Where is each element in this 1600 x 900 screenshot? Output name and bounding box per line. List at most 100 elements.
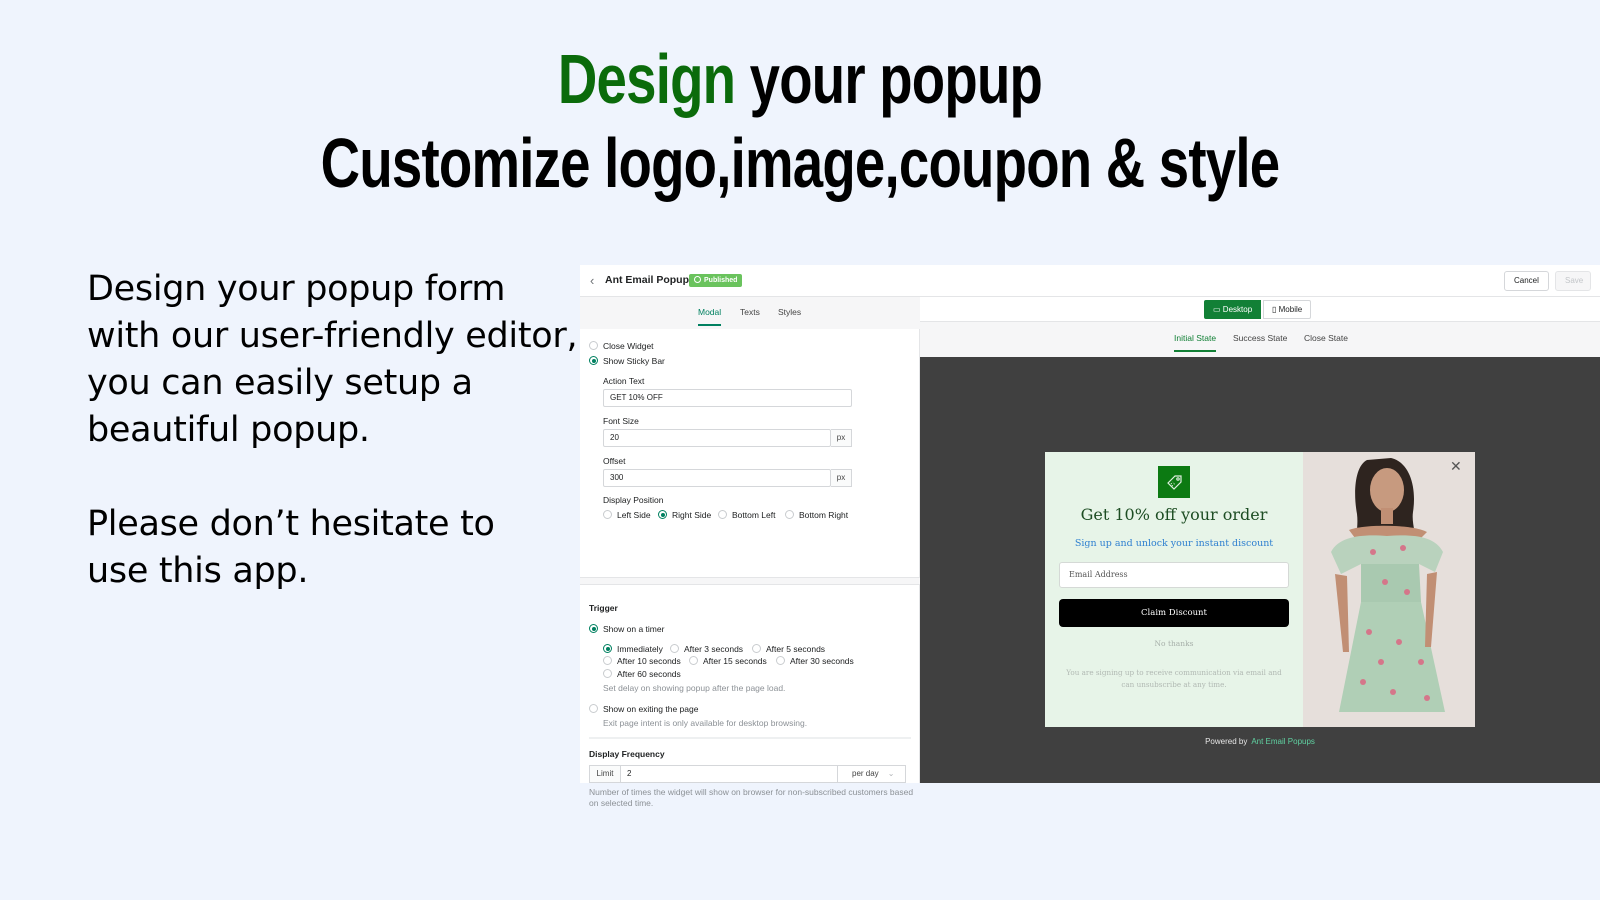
device-toggle-bar: ▭ Desktop ▯ Mobile [920, 297, 1600, 322]
state-tabs: Initial State Success State Close State [920, 322, 1600, 357]
cancel-button[interactable]: Cancel [1504, 271, 1549, 291]
option-label: After 30 seconds [790, 656, 854, 666]
hero-accent-word: Design [557, 40, 736, 118]
radio-button[interactable] [603, 656, 612, 665]
radio-button[interactable] [603, 669, 612, 678]
action-text-label: Action Text [603, 376, 645, 386]
status-badge: Published [689, 274, 743, 287]
tab-styles[interactable]: Styles [778, 307, 801, 317]
preview-canvas: Get 10% off your order Sign up and unloc… [920, 357, 1600, 783]
powered-by-link[interactable]: Ant Email Popups [1251, 737, 1315, 746]
tab-initial-state[interactable]: Initial State [1174, 333, 1217, 352]
no-thanks-link[interactable]: No thanks [1045, 639, 1303, 648]
editor-title: Ant Email Popup [605, 274, 689, 286]
tab-modal[interactable]: Modal [698, 307, 722, 326]
position-right-side[interactable]: Right Side [658, 510, 711, 520]
save-button[interactable]: Save [1555, 271, 1591, 291]
radio-button[interactable] [785, 510, 794, 519]
show-sticky-bar-option[interactable]: Show Sticky Bar [589, 356, 665, 366]
description-line: Design your popup form [87, 269, 506, 309]
divider [589, 737, 911, 739]
hero-heading: Design your popup Customize logo,image,c… [0, 38, 1600, 206]
radio-button[interactable] [658, 510, 667, 519]
description-line: use this app. [87, 551, 309, 591]
email-field[interactable]: Email Address [1059, 562, 1289, 588]
option-label: Close Widget [603, 341, 654, 351]
powered-by-label: Powered by [1205, 737, 1248, 746]
timer-after-60[interactable]: After 60 seconds [603, 669, 681, 679]
position-bottom-left[interactable]: Bottom Left [718, 510, 775, 520]
option-label: After 5 seconds [766, 644, 826, 654]
timer-after-30[interactable]: After 30 seconds [776, 656, 854, 666]
action-text-input[interactable]: GET 10% OFF [603, 389, 852, 407]
tab-success-state[interactable]: Success State [1233, 333, 1287, 343]
radio-button[interactable] [689, 656, 698, 665]
position-left-side[interactable]: Left Side [603, 510, 651, 520]
desktop-icon: ▭ [1213, 305, 1221, 314]
model-image [1303, 452, 1475, 727]
description-paragraph-2: Please don’t hesitate to use this app. [87, 501, 577, 595]
option-label: Right Side [672, 510, 712, 520]
section-divider [580, 577, 920, 585]
show-on-timer-option[interactable]: Show on a timer [589, 624, 664, 634]
trigger-title: Trigger [589, 603, 618, 613]
mobile-toggle[interactable]: ▯ Mobile [1263, 300, 1312, 319]
position-bottom-right[interactable]: Bottom Right [785, 510, 848, 520]
radio-button[interactable] [718, 510, 727, 519]
timer-after-3[interactable]: After 3 seconds [670, 644, 743, 654]
timer-after-5[interactable]: After 5 seconds [752, 644, 825, 654]
description-line: beautiful popup. [87, 410, 370, 450]
description: Design your popup form with our user-fri… [87, 266, 578, 642]
font-size-unit: px [831, 429, 852, 447]
exit-help-text: Exit page intent is only available for d… [603, 718, 808, 728]
radio-button[interactable] [589, 341, 598, 350]
settings-panel: Modal Texts Styles Close Widget Show Sti… [580, 297, 920, 808]
option-label: Immediately [617, 644, 663, 654]
option-label: Bottom Left [732, 510, 776, 520]
period-select[interactable]: per day ⌄ [838, 765, 906, 783]
radio-button[interactable] [670, 644, 679, 653]
hero-line-2: Customize logo,image,coupon & style [320, 124, 1280, 202]
radio-button[interactable] [776, 656, 785, 665]
desktop-toggle[interactable]: ▭ Desktop [1204, 300, 1262, 319]
timer-after-15[interactable]: After 15 seconds [689, 656, 767, 666]
font-size-input[interactable]: 20 [603, 429, 831, 447]
tab-close-state[interactable]: Close State [1304, 333, 1348, 343]
description-line: you can easily setup a [87, 363, 473, 403]
mobile-label: Mobile [1278, 305, 1303, 314]
limit-prefix: Limit [589, 765, 621, 783]
desktop-label: Desktop [1222, 305, 1253, 314]
option-label: After 15 seconds [703, 656, 767, 666]
popup-subheading: Sign up and unlock your instant discount [1074, 538, 1274, 549]
mobile-icon: ▯ [1272, 305, 1277, 314]
timer-after-10[interactable]: After 10 seconds [603, 656, 681, 666]
offset-label: Offset [603, 456, 626, 466]
option-label: After 3 seconds [684, 644, 744, 654]
radio-button[interactable] [752, 644, 761, 653]
radio-button[interactable] [603, 644, 612, 653]
limit-input[interactable]: 2 [620, 765, 838, 783]
popup-heading: Get 10% off your order [1080, 505, 1268, 524]
option-label: Left Side [617, 510, 651, 520]
offset-unit: px [831, 469, 852, 487]
claim-discount-button[interactable]: Claim Discount [1059, 599, 1289, 627]
chevron-left-icon[interactable]: ‹ [590, 273, 594, 288]
font-size-label: Font Size [603, 416, 639, 426]
settings-tabs: Modal Texts Styles [580, 297, 920, 329]
radio-button[interactable] [603, 510, 612, 519]
tab-texts[interactable]: Texts [740, 307, 760, 317]
close-widget-option[interactable]: Close Widget [589, 341, 654, 351]
hero-line-1-rest: your popup [735, 40, 1043, 118]
period-value: per day [852, 769, 879, 778]
show-on-exit-option[interactable]: Show on exiting the page [589, 704, 698, 714]
option-label: Bottom Right [799, 510, 849, 520]
hero-line-1: Design your popup [176, 38, 1424, 120]
offset-input[interactable]: 300 [603, 469, 831, 487]
timer-immediately[interactable]: Immediately [603, 644, 663, 654]
radio-button[interactable] [589, 704, 598, 713]
display-frequency-title: Display Frequency [589, 749, 665, 759]
radio-button[interactable] [589, 356, 598, 365]
close-icon[interactable]: ✕ [1450, 458, 1462, 475]
editor-topbar: ‹ Ant Email Popup Published Preview on y… [580, 265, 1600, 783]
radio-button[interactable] [589, 624, 598, 633]
